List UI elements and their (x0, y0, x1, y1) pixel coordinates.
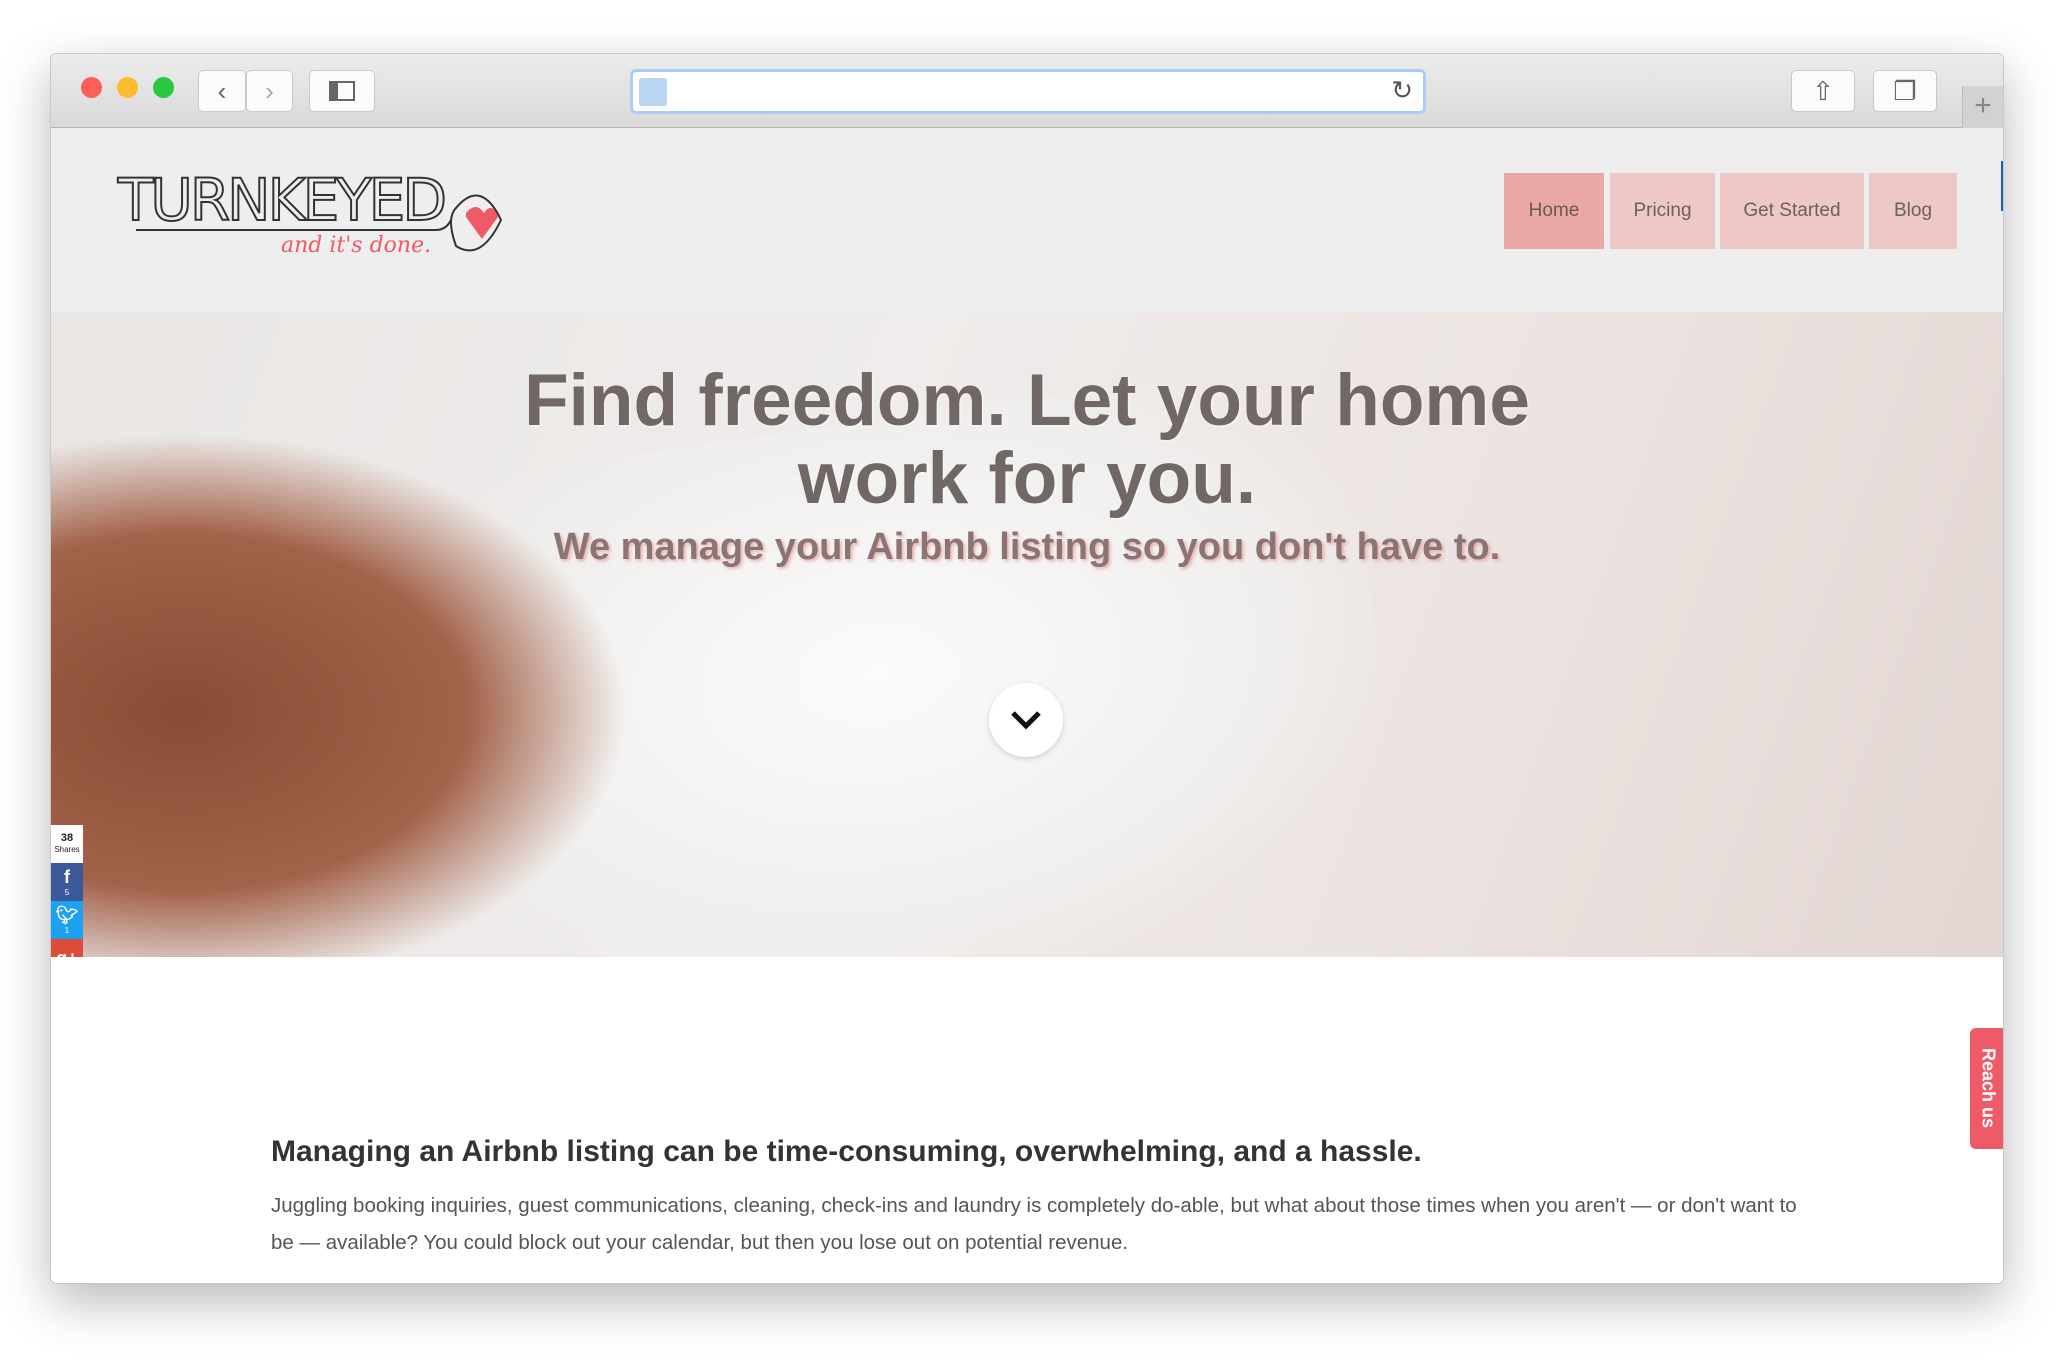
section-heading: Managing an Airbnb listing can be time-c… (271, 1135, 1422, 1168)
tabs-icon: ❐ (1893, 75, 1917, 106)
favicon-icon (639, 78, 667, 106)
chevron-down-icon (1011, 711, 1041, 730)
nav-blog[interactable]: Blog (1869, 173, 1957, 249)
tabs-button[interactable]: ❐ (1873, 70, 1937, 112)
zoom-window-button[interactable] (153, 77, 174, 98)
hero-title: Find freedom. Let your home work for you… (524, 360, 1530, 519)
sidebar-icon (329, 81, 355, 101)
googleplus-icon: g+ (56, 948, 78, 958)
sidebar-button[interactable] (309, 70, 375, 112)
turnkeyed-logo[interactable]: TURNKEYED and it's done. (116, 158, 506, 273)
minimize-window-button[interactable] (117, 77, 138, 98)
browser-toolbar: ‹ › ↻ ⇧ ❐ + (51, 54, 2003, 128)
share-bar: 38Shares f5 🐦︎1 g+ ≋ ✉ ♛ (51, 825, 83, 957)
chevron-left-icon: ‹ (217, 75, 227, 106)
twitter-share-button[interactable]: 🐦︎ 1 (51, 901, 83, 939)
hero-subtitle: We manage your Airbnb listing so you don… (553, 526, 1501, 568)
scroll-down-button[interactable] (989, 683, 1063, 757)
nav-get-started[interactable]: Get Started (1720, 173, 1864, 249)
nav-pricing[interactable]: Pricing (1610, 173, 1715, 249)
site-header: TURNKEYED and it's done. Home Pricing Ge… (51, 128, 2003, 312)
browser-window: ‹ › ↻ ⇧ ❐ + TURNKEYED and it's done. Hom… (50, 53, 2004, 1284)
twitter-icon: 🐦︎ (55, 905, 79, 925)
svg-text:TURNKEYED: TURNKEYED (117, 166, 444, 234)
svg-text:and it's done.: and it's done. (281, 233, 431, 258)
nav-home[interactable]: Home (1504, 173, 1604, 249)
new-tab-button[interactable]: + (1962, 86, 2003, 128)
close-window-button[interactable] (81, 77, 102, 98)
back-button[interactable]: ‹ (198, 70, 246, 112)
forward-button[interactable]: › (246, 70, 293, 112)
facebook-icon: f (64, 867, 70, 887)
address-bar[interactable]: ↻ (630, 69, 1426, 114)
chevron-right-icon: › (265, 75, 274, 106)
facebook-share-button[interactable]: f5 (51, 863, 83, 901)
reach-us-tab[interactable]: Reach us (1970, 1028, 2003, 1149)
share-button[interactable]: ⇧ (1791, 70, 1855, 112)
hero-section: Find freedom. Let your home work for you… (51, 312, 2003, 957)
section-paragraph: Juggling booking inquiries, guest commun… (271, 1194, 1797, 1254)
googleplus-share-button[interactable]: g+ (51, 939, 83, 957)
share-icon: ⇧ (1812, 75, 1834, 106)
scroll-indicator (2001, 161, 2003, 211)
share-count: 38 Shares (51, 825, 83, 863)
reload-icon[interactable]: ↻ (1391, 75, 1413, 106)
